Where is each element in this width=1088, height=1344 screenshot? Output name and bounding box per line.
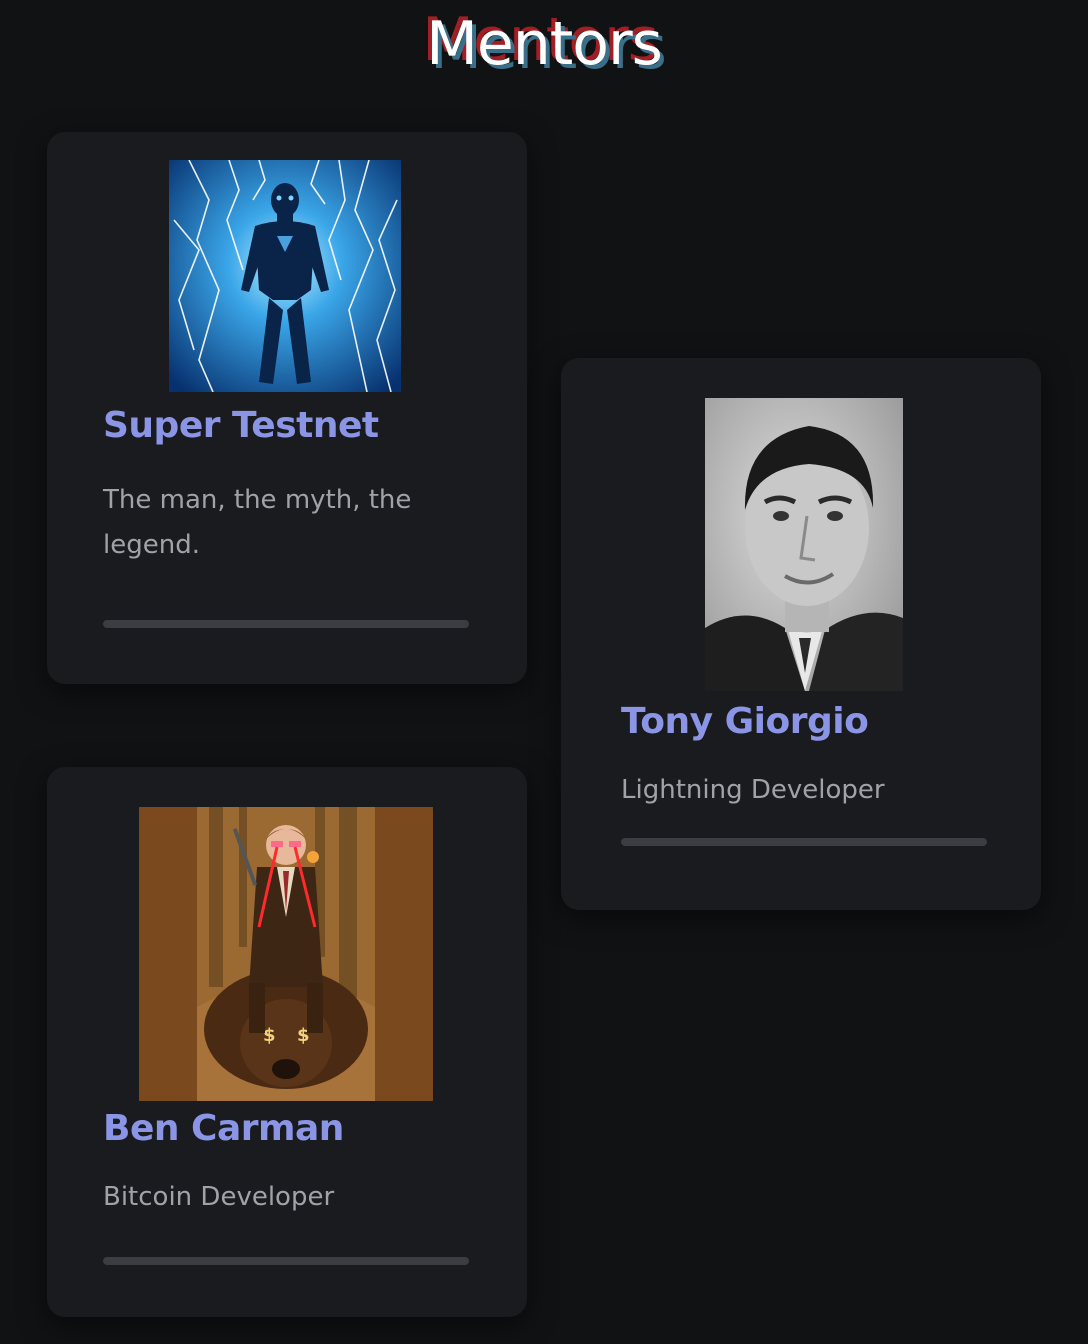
mentor-name: Ben Carman	[103, 1108, 344, 1149]
mentor-name: Tony Giorgio	[621, 701, 869, 742]
card-divider-bar	[103, 620, 469, 628]
card-divider-bar	[103, 1257, 469, 1265]
mentor-role: Bitcoin Developer	[103, 1182, 335, 1212]
mentor-role: Lightning Developer	[621, 775, 885, 805]
black-and-white-portrait-image	[705, 398, 903, 691]
man-riding-bear-image: $ $	[139, 807, 433, 1101]
mentor-photo	[169, 160, 401, 392]
mentor-photo	[705, 398, 903, 691]
mentor-card-super-testnet[interactable]: Super Testnet The man, the myth, the leg…	[47, 132, 527, 684]
card-divider-bar	[621, 838, 987, 846]
mentor-card-ben-carman[interactable]: $ $ Ben Carman Bitcoin Developer	[47, 767, 527, 1317]
mentor-photo: $ $	[139, 807, 433, 1101]
page-title-text: Mentors	[426, 9, 663, 79]
mentor-name: Super Testnet	[103, 405, 379, 446]
mentor-role: The man, the myth, the legend.	[103, 485, 412, 560]
mentor-card-tony-giorgio[interactable]: Tony Giorgio Lightning Developer	[561, 358, 1041, 910]
mentors-page: Mentors Mentors Mentors Super Testnet Th…	[0, 0, 1088, 1344]
superhero-lightning-image	[169, 160, 401, 392]
page-title: Mentors Mentors Mentors	[0, 4, 1088, 84]
